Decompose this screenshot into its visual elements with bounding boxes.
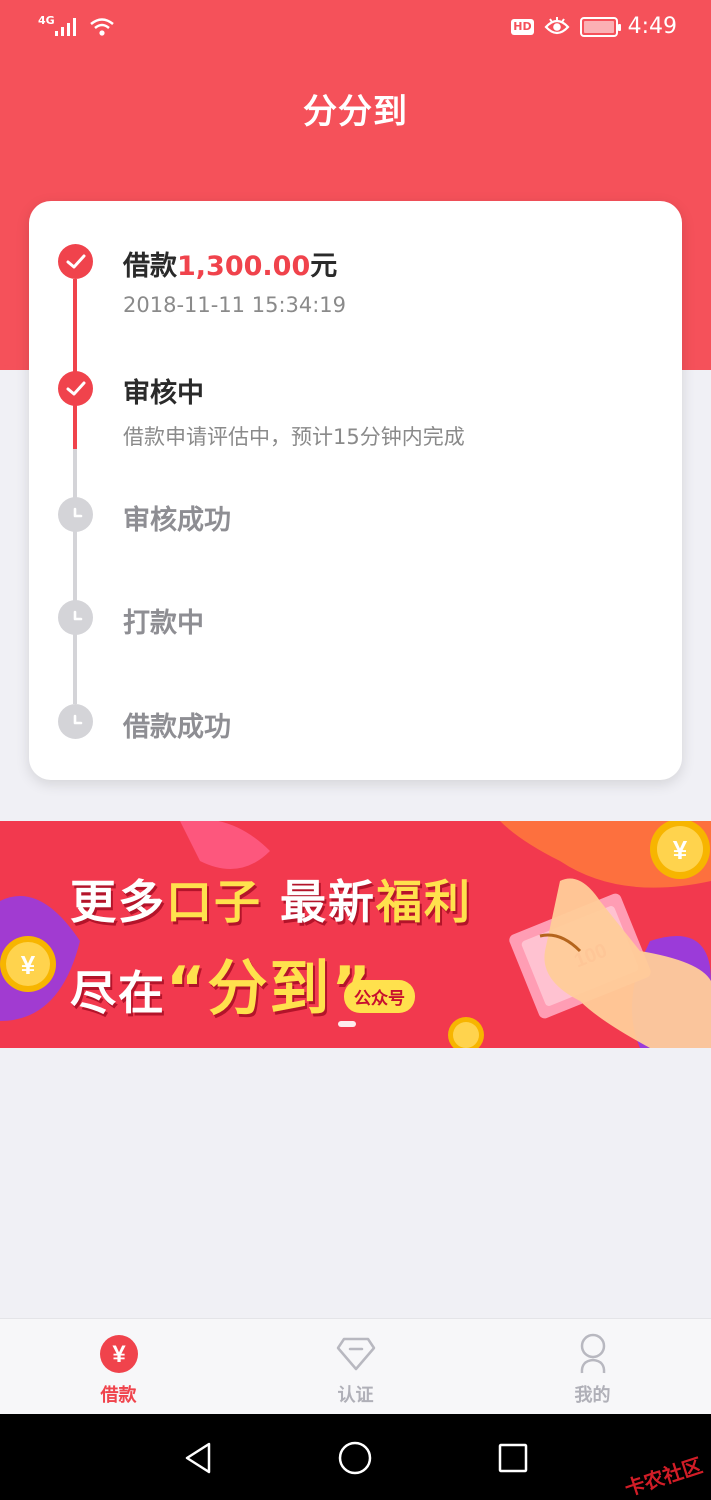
step-4-title: 打款中 xyxy=(123,608,204,639)
yen-icon: ¥ xyxy=(98,1333,140,1375)
carousel-indicator[interactable] xyxy=(338,1021,356,1027)
step-2-check-icon xyxy=(58,371,93,406)
battery-icon xyxy=(579,16,621,37)
banner-text-more: 更多 xyxy=(70,875,166,929)
status-left: 4G xyxy=(38,14,115,38)
signal-icon xyxy=(54,18,76,36)
coin-top-right: ¥ xyxy=(650,821,710,879)
coin-left: ¥ xyxy=(0,936,56,992)
banner-text-all-in: 尽在 xyxy=(70,966,166,1020)
wifi-icon xyxy=(89,18,114,36)
banner-headline-2: 尽在“分到” xyxy=(70,940,373,1027)
recents-button[interactable] xyxy=(491,1436,535,1480)
step-2-description: 借款申请评估中，预计15分钟内完成 xyxy=(123,425,465,449)
step-3-title: 审核成功 xyxy=(123,505,231,536)
clock: 4:49 xyxy=(627,14,677,39)
timeline-segment-done xyxy=(73,279,77,449)
hd-badge: HD xyxy=(511,18,534,35)
loan-amount: 1,300.00 xyxy=(177,251,311,282)
tab-loan-label: 借款 xyxy=(100,1385,137,1406)
back-button[interactable] xyxy=(176,1436,220,1480)
currency-unit: 元 xyxy=(310,251,338,282)
status-right: HD 4:49 xyxy=(511,14,677,39)
status-bar: 4G HD 4:49 xyxy=(0,0,711,60)
step-4-clock-icon xyxy=(58,600,93,635)
step-1-title: 借款1,300.00元 xyxy=(123,244,337,283)
bottom-tab-bar: ¥ 借款 认证 我的 xyxy=(0,1318,711,1414)
step-3-clock-icon xyxy=(58,497,93,532)
step-1-timestamp: 2018-11-11 15:34:19 xyxy=(123,293,347,317)
page-title: 分分到 xyxy=(303,92,408,132)
network-type: 4G xyxy=(38,14,55,27)
step-5-title: 借款成功 xyxy=(123,712,231,743)
tab-mine-label: 我的 xyxy=(574,1385,611,1406)
system-nav-bar: 卡农社区 xyxy=(0,1414,711,1500)
home-circle-icon xyxy=(338,1441,372,1475)
svg-text:¥: ¥ xyxy=(21,950,36,980)
official-account-badge: 公众号 xyxy=(344,980,415,1013)
back-triangle-icon xyxy=(185,1442,211,1474)
watermark: 卡农社区 xyxy=(621,1453,706,1500)
timeline-segment-pending xyxy=(73,449,77,704)
step-1-check-icon xyxy=(58,244,93,279)
banner-text-fendao: “分到” xyxy=(166,954,373,1024)
banner-headline-1: 更多口子 最新福利 xyxy=(70,866,472,932)
tab-verify[interactable]: 认证 xyxy=(237,1319,474,1414)
step-1-label: 借款 xyxy=(123,251,177,282)
svg-text:¥: ¥ xyxy=(112,1341,126,1368)
tab-loan[interactable]: ¥ 借款 xyxy=(0,1319,237,1414)
recents-square-icon xyxy=(498,1443,528,1473)
svg-text:¥: ¥ xyxy=(673,835,688,865)
banner-text-kouzi: 口子 xyxy=(166,875,262,929)
tab-mine[interactable]: 我的 xyxy=(474,1319,711,1414)
home-button[interactable] xyxy=(333,1436,377,1480)
diamond-icon xyxy=(335,1333,377,1375)
banner-text-welfare: 福利 xyxy=(376,875,473,929)
step-5-clock-icon xyxy=(58,704,93,739)
user-icon xyxy=(572,1333,614,1375)
tab-verify-label: 认证 xyxy=(337,1385,374,1406)
eye-comfort-icon xyxy=(544,16,570,34)
step-2-title: 审核中 xyxy=(123,378,204,409)
banner-text-newest: 最新 xyxy=(262,875,377,929)
loan-progress-card: 借款1,300.00元 2018-11-11 15:34:19 审核中 借款申请… xyxy=(29,201,682,780)
